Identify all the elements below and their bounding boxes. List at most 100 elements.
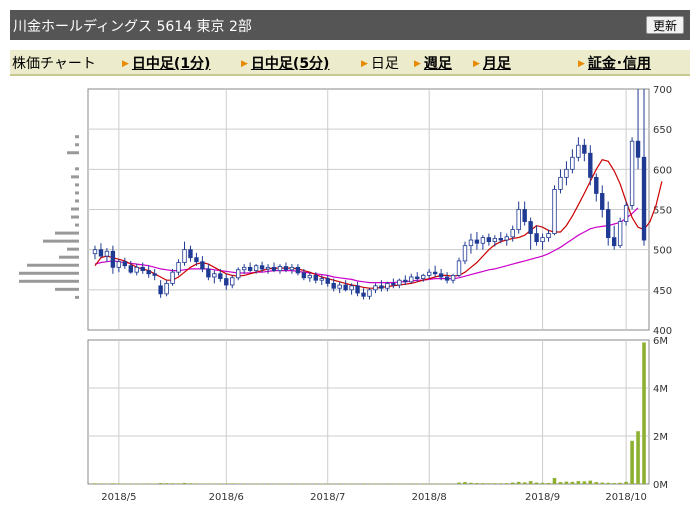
candle-body [361,292,366,297]
candle-body [611,237,617,247]
candle-body [552,189,557,235]
volume-bar [564,481,569,484]
volume-bar [600,482,605,484]
volume-bar [379,483,384,485]
volume-bar [391,483,396,485]
volume-bar [463,482,467,484]
candle-body [480,237,486,244]
volume-bar [260,483,264,485]
candle-body [564,168,569,178]
candle-body [325,278,330,284]
candle-body [176,262,181,273]
candle-body [367,289,372,297]
candle-body [349,285,354,291]
price-profile-bar [55,231,79,235]
candle-body [206,268,211,278]
volume-bar [642,342,646,484]
volume-bar [146,483,151,484]
candle-body [438,273,444,278]
volume-bar [540,482,545,484]
candle-body [629,140,635,206]
price-profile-bar [55,287,79,291]
volume-bar [570,481,575,484]
candle-body [295,266,301,274]
candle-body [236,269,241,279]
volume-bar [140,483,145,485]
candle-body [116,261,122,268]
candle-body [92,249,98,255]
volume-bar [308,483,312,485]
candle-body [337,284,342,289]
candle-body [498,238,503,241]
candle-body [152,273,157,276]
candle-body [403,279,408,283]
volume-bar [314,483,318,485]
volume-bar [487,483,491,484]
candle-body [623,205,629,222]
price-profile-bar [75,295,79,299]
candle-body [253,265,259,271]
volume-bar [636,431,640,484]
volume-bar [409,483,414,485]
volume-bar [331,483,336,485]
x-tick-label: 2018/5 [101,492,136,503]
candle-body [283,266,289,271]
volume-bar [421,483,425,485]
price-profile-bar [71,175,79,179]
volume-y-tick-label: 2M [653,432,668,443]
candle-body [534,233,539,243]
volume-bar [612,483,616,484]
candle-body [277,266,283,271]
volume-bar [123,483,127,485]
candle-body [594,176,599,194]
volume-bar [367,483,372,485]
candle-body [241,266,247,271]
volume-y-tick-label: 4M [653,384,668,395]
volume-bar [266,483,270,485]
volume-bar [290,483,294,485]
candle-body [528,221,533,235]
candle-body [468,239,474,247]
volume-bar [403,483,408,485]
price-profile-bar [75,135,79,139]
candle-body [98,249,104,257]
volume-bar [618,482,622,484]
candle-body [570,156,575,170]
candle-body [582,144,587,154]
volume-bar [582,481,587,484]
volume-bar [248,483,252,485]
volume-bar [158,483,163,484]
volume-bar [534,482,539,484]
candle-body [450,274,456,281]
volume-bar [457,482,461,484]
volume-bar [451,483,455,485]
volume-bar [254,483,258,485]
candle-body [426,271,432,276]
candle-body [110,250,116,268]
volume-bar [493,483,497,484]
volume-bar [355,483,360,485]
candle-body [188,249,193,259]
volume-bar [397,483,402,485]
candle-body [319,278,324,281]
x-tick-label: 2018/8 [412,492,447,503]
price-y-tick-label: 700 [653,85,672,96]
volume-bar [176,483,181,484]
volume-bar [93,483,97,484]
x-tick-label: 2018/6 [209,492,244,503]
candle-body [170,271,175,284]
candle-body [313,274,318,281]
candle-body [134,266,139,273]
candle-body [122,261,128,267]
volume-bar [528,481,533,484]
volume-bar [552,478,557,484]
x-tick-label: 2018/7 [310,492,345,503]
volume-bar [236,483,240,485]
price-y-tick-label: 650 [653,125,672,136]
price-profile-bar [67,247,79,251]
price-profile-bar [75,191,79,195]
volume-bar [504,483,509,484]
volume-bar [242,483,246,485]
volume-bar [546,482,551,484]
volume-bar [481,483,485,484]
